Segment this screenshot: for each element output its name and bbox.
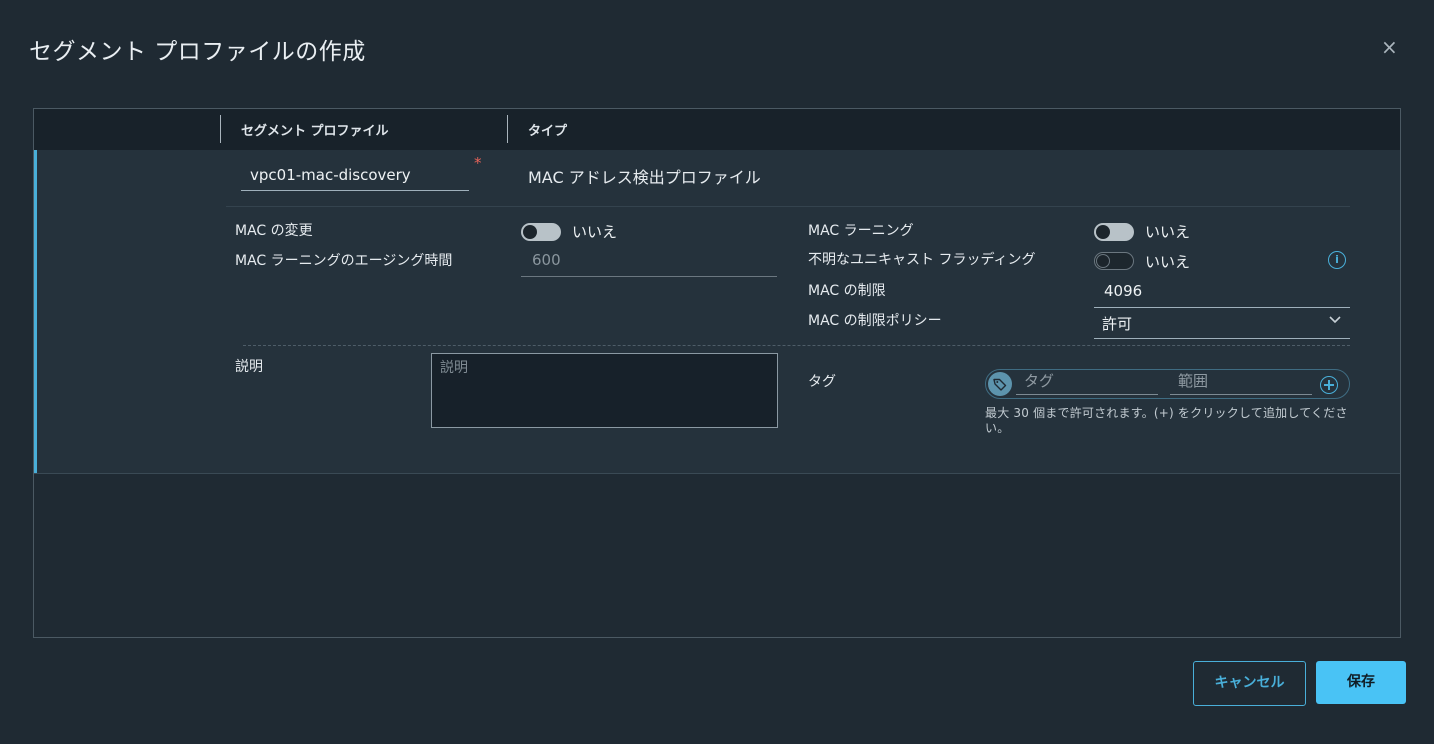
mac-limit-policy-select[interactable]: 許可 bbox=[1094, 310, 1350, 339]
save-button[interactable]: 保存 bbox=[1316, 661, 1406, 704]
scope-input[interactable]: 範囲 bbox=[1170, 370, 1312, 395]
close-icon[interactable]: × bbox=[1381, 36, 1398, 58]
dialog-title: セグメント プロファイルの作成 bbox=[29, 39, 366, 65]
selected-row-indicator bbox=[34, 150, 37, 473]
tags-hint: 最大 30 個まで許可されます。(+) をクリックして追加してください。 bbox=[985, 406, 1348, 435]
profile-row: vpc01-mac-discovery * MAC アドレス検出プロファイル M… bbox=[34, 150, 1400, 474]
profile-name-value: vpc01-mac-discovery bbox=[250, 166, 411, 184]
aging-time-value: 600 bbox=[532, 251, 561, 269]
mac-change-toggle[interactable] bbox=[521, 223, 561, 241]
grid-header: セグメント プロファイル タイプ bbox=[34, 109, 1400, 151]
cancel-button[interactable]: キャンセル bbox=[1193, 661, 1306, 706]
mac-learning-label: MAC ラーニング bbox=[808, 223, 914, 239]
mac-change-label: MAC の変更 bbox=[235, 223, 313, 239]
unknown-unicast-label: 不明なユニキャスト フラッディング bbox=[808, 252, 1036, 268]
unknown-unicast-value: いいえ bbox=[1145, 253, 1191, 271]
aging-time-input[interactable]: 600 bbox=[521, 248, 777, 277]
required-marker: * bbox=[474, 154, 482, 172]
profile-name-input[interactable]: vpc01-mac-discovery bbox=[241, 160, 469, 191]
divider bbox=[226, 206, 1350, 207]
mac-limit-policy-label: MAC の制限ポリシー bbox=[808, 313, 942, 329]
toggle-knob bbox=[1096, 254, 1110, 268]
mac-limit-input[interactable]: 4096 bbox=[1094, 279, 1350, 308]
info-icon[interactable]: i bbox=[1328, 251, 1346, 269]
add-tag-icon[interactable] bbox=[1320, 376, 1338, 394]
toggle-knob bbox=[1096, 225, 1110, 239]
tag-placeholder: タグ bbox=[1024, 372, 1055, 390]
mac-limit-policy-value: 許可 bbox=[1102, 315, 1133, 333]
chevron-down-icon bbox=[1328, 312, 1342, 330]
description-label: 説明 bbox=[235, 359, 263, 375]
toggle-knob bbox=[523, 225, 537, 239]
column-header-type: タイプ bbox=[528, 124, 568, 139]
scope-placeholder: 範囲 bbox=[1178, 372, 1209, 390]
tag-input[interactable]: タグ bbox=[1016, 370, 1158, 395]
column-header-profile: セグメント プロファイル bbox=[241, 124, 389, 139]
description-textarea[interactable]: 説明 bbox=[431, 353, 778, 428]
tag-input-group: タグ 範囲 bbox=[985, 369, 1350, 399]
mac-limit-value: 4096 bbox=[1104, 282, 1143, 300]
profile-grid: セグメント プロファイル タイプ vpc01-mac-discovery * M… bbox=[33, 108, 1401, 638]
mac-change-value: いいえ bbox=[572, 223, 618, 241]
unknown-unicast-toggle[interactable] bbox=[1094, 252, 1134, 270]
create-segment-profile-dialog: セグメント プロファイルの作成 × セグメント プロファイル タイプ vpc01… bbox=[0, 0, 1434, 744]
mac-limit-label: MAC の制限 bbox=[808, 283, 886, 299]
section-divider bbox=[243, 345, 1350, 346]
description-placeholder: 説明 bbox=[440, 360, 468, 376]
column-separator[interactable] bbox=[220, 115, 221, 143]
tag-icon[interactable] bbox=[988, 372, 1012, 396]
tags-label: タグ bbox=[808, 374, 836, 390]
aging-time-label: MAC ラーニングのエージング時間 bbox=[235, 253, 453, 269]
mac-learning-toggle[interactable] bbox=[1094, 223, 1134, 241]
profile-type: MAC アドレス検出プロファイル bbox=[528, 168, 761, 187]
column-separator[interactable] bbox=[507, 115, 508, 143]
mac-learning-value: いいえ bbox=[1145, 223, 1191, 241]
